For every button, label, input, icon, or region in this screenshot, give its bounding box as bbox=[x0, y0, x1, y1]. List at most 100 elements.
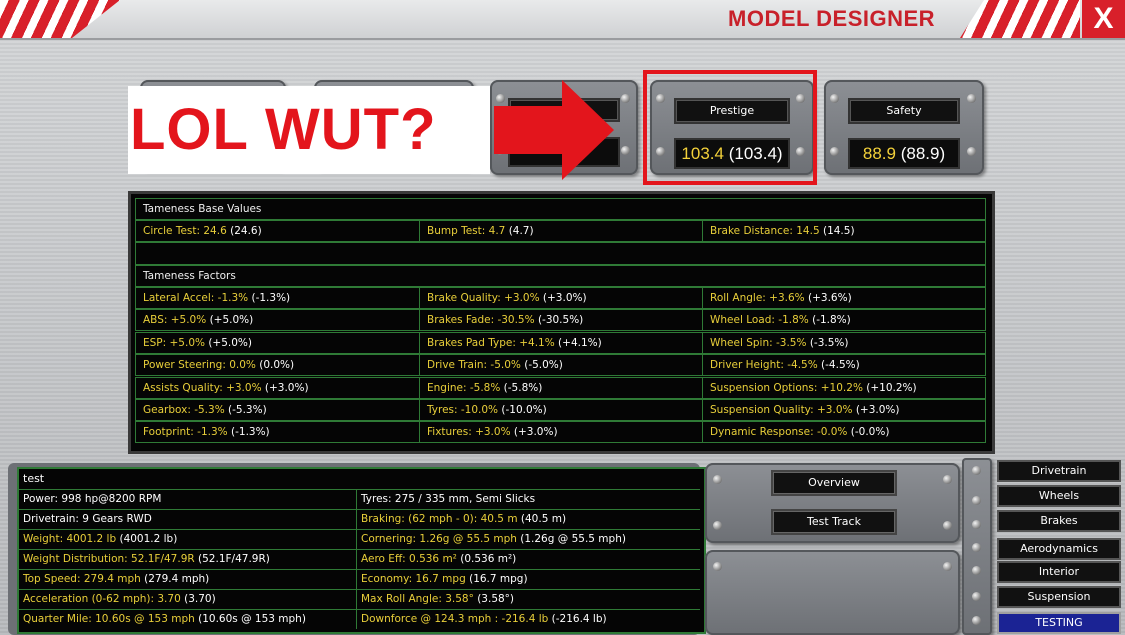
cell-label: Brake Quality: +3.0% bbox=[427, 292, 540, 304]
cell-base: (-3.5%) bbox=[809, 336, 849, 349]
cell-base: (-216.4 lb) bbox=[551, 613, 607, 625]
cell-base: (+4.1%) bbox=[558, 336, 602, 349]
nav-item-suspension[interactable]: Suspension bbox=[997, 586, 1121, 608]
safety-plate: Safety 88.9 (88.9) bbox=[824, 80, 984, 175]
safety-value-base: (88.9) bbox=[900, 144, 946, 163]
cell-label: ABS: +5.0% bbox=[143, 314, 207, 327]
cell-base: (-10.0%) bbox=[501, 404, 547, 416]
table-cell: Weight: 4001.2 lb (4001.2 lb) bbox=[19, 530, 356, 549]
test-track-button[interactable]: Test Track bbox=[771, 509, 897, 535]
cell-label: Cornering: 1.26g @ 55.5 mph bbox=[361, 533, 517, 545]
table-cell: Lateral Accel: -1.3% (-1.3%) bbox=[136, 288, 420, 308]
table-row: Weight Distribution: 52.1F/47.9R (52.1F/… bbox=[19, 549, 700, 569]
table-cell: Top Speed: 279.4 mph (279.4 mph) bbox=[19, 570, 356, 589]
cell-label: Assists Quality: +3.0% bbox=[143, 381, 262, 394]
close-button[interactable]: X bbox=[1082, 0, 1125, 38]
nav-item-brakes[interactable]: Brakes bbox=[997, 510, 1121, 532]
table-cell: Drive Train: -5.0% (-5.0%) bbox=[420, 355, 703, 376]
cell-base: (+3.0%) bbox=[542, 292, 587, 304]
table-cell: Cornering: 1.26g @ 55.5 mph (1.26g @ 55.… bbox=[356, 530, 700, 549]
screw-icon bbox=[972, 543, 981, 552]
cell-base: (0.536 m²) bbox=[460, 553, 517, 565]
cell-base: (52.1F/47.9R) bbox=[198, 553, 270, 565]
table-row: ABS: +5.0% (+5.0%) Brakes Fade: -30.5% (-… bbox=[135, 309, 987, 332]
info-panel: test Power: 998 hp@8200 RPM Tyres: 275 /… bbox=[8, 463, 706, 635]
cell-base: (4001.2 lb) bbox=[119, 533, 178, 545]
cell-base: (-1.3%) bbox=[251, 292, 291, 304]
table-cell: Suspension Options: +10.2% (+10.2%) bbox=[703, 378, 987, 398]
cell-base: (40.5 m) bbox=[520, 513, 567, 525]
screw-icon bbox=[621, 94, 630, 103]
cell-base: (0.0%) bbox=[259, 359, 295, 372]
table-cell: Aero Eff: 0.536 m² (0.536 m²) bbox=[356, 550, 700, 569]
cell-label: Lateral Accel: -1.3% bbox=[143, 292, 249, 304]
cell-label: Acceleration (0-62 mph): 3.70 bbox=[23, 593, 181, 605]
cell-base: (+3.0%) bbox=[513, 426, 558, 439]
cell-label: ESP: +5.0% bbox=[143, 336, 205, 349]
overview-button[interactable]: Overview bbox=[771, 470, 897, 496]
table-cell: Economy: 16.7 mpg (16.7 mpg) bbox=[356, 570, 700, 589]
decor-stripes-right bbox=[960, 0, 1080, 38]
cell-label: Engine: -5.8% bbox=[427, 381, 501, 394]
cell-base: (4.7) bbox=[508, 225, 534, 237]
cell-label: Brakes Fade: -30.5% bbox=[427, 314, 535, 327]
cell-base: (-5.8%) bbox=[503, 381, 543, 394]
cell-base: (-5.0%) bbox=[524, 359, 563, 372]
table-cell: Weight Distribution: 52.1F/47.9R (52.1F/… bbox=[19, 550, 356, 569]
tameness-base-header-row: Tameness Base Values bbox=[135, 198, 986, 220]
cell-label: Brakes Pad Type: +4.1% bbox=[427, 336, 555, 349]
safety-label: Safety bbox=[848, 98, 960, 124]
cell-label: Drivetrain: 9 Gears RWD bbox=[23, 513, 152, 525]
table-row: Power Steering: 0.0% (0.0%) Drive Train: … bbox=[135, 354, 987, 377]
cell-label: Tyres: 275 / 335 mm, Semi Slicks bbox=[361, 493, 536, 505]
table-row: Weight: 4001.2 lb (4001.2 lb) Cornering: … bbox=[19, 529, 700, 549]
table-cell: Quarter Mile: 10.60s @ 153 mph (10.60s @… bbox=[19, 610, 356, 629]
table-cell: Acceleration (0-62 mph): 3.70 (3.70) bbox=[19, 590, 356, 609]
action-plate: Overview Test Track bbox=[705, 463, 960, 543]
table-row: Acceleration (0-62 mph): 3.70 (3.70) Max … bbox=[19, 589, 700, 609]
cell-base: (14.5) bbox=[822, 225, 855, 237]
cell-label: Top Speed: 279.4 mph bbox=[23, 573, 141, 585]
nav-item-interior[interactable]: Interior bbox=[997, 561, 1121, 583]
cell-label: Power Steering: 0.0% bbox=[143, 359, 256, 372]
screw-icon bbox=[972, 496, 981, 505]
table-row: Quarter Mile: 10.60s @ 153 mph (10.60s @… bbox=[19, 609, 700, 629]
cell-label: Wheel Load: -1.8% bbox=[710, 314, 809, 327]
car-info-table: test Power: 998 hp@8200 RPM Tyres: 275 /… bbox=[17, 467, 706, 634]
nav-item-drivetrain[interactable]: Drivetrain bbox=[997, 460, 1121, 482]
window-title: MODEL DESIGNER bbox=[728, 6, 936, 31]
cell-label: Power: 998 hp@8200 RPM bbox=[23, 493, 162, 505]
cell-base: (1.26g @ 55.5 mph) bbox=[520, 533, 626, 545]
cell-label: Quarter Mile: 10.60s @ 153 mph bbox=[23, 613, 195, 625]
cell-base: (-4.5%) bbox=[821, 359, 860, 372]
nav-item-wheels[interactable]: Wheels bbox=[997, 485, 1121, 507]
cell-label: Max Roll Angle: 3.58° bbox=[361, 593, 474, 605]
meme-caption: LOL WUT? bbox=[130, 97, 437, 162]
cell-base: (3.58°) bbox=[477, 593, 515, 605]
table-cell: Engine: -5.8% (-5.8%) bbox=[420, 377, 703, 398]
nav-item-aerodynamics[interactable]: Aerodynamics bbox=[997, 538, 1121, 560]
table-row: Lateral Accel: -1.3% (-1.3%) Brake Qualit… bbox=[135, 287, 986, 309]
screw-icon bbox=[830, 94, 839, 103]
cell-label: Wheel Spin: -3.5% bbox=[710, 336, 807, 349]
nav-item-testing[interactable]: TESTING bbox=[997, 612, 1121, 634]
section-title: Tameness Base Values bbox=[143, 203, 262, 215]
action-plate-lower bbox=[705, 550, 960, 635]
screw-icon bbox=[972, 566, 981, 575]
cell-label: Tyres: -10.0% bbox=[427, 404, 499, 416]
table-cell: Brake Quality: +3.0% (+3.0%) bbox=[420, 288, 703, 308]
cell-label: Dynamic Response: -0.0% bbox=[710, 426, 848, 439]
cell-base: (+5.0%) bbox=[209, 314, 254, 327]
cell-label: Aero Eff: 0.536 m² bbox=[361, 553, 457, 565]
table-cell: Wheel Load: -1.8% (-1.8%) bbox=[703, 310, 987, 330]
table-cell: Roll Angle: +3.6% (+3.6%) bbox=[703, 288, 987, 308]
screw-icon bbox=[713, 562, 722, 571]
screw-icon bbox=[967, 94, 976, 103]
table-cell: Fixtures: +3.0% (+3.0%) bbox=[420, 422, 703, 443]
cell-base: (-1.3%) bbox=[231, 426, 270, 439]
screw-icon bbox=[967, 147, 976, 156]
cell-base: (+3.6%) bbox=[808, 292, 852, 304]
table-cell: Footprint: -1.3% (-1.3%) bbox=[136, 422, 420, 443]
table-row: Drivetrain: 9 Gears RWD Braking: (62 mph… bbox=[19, 509, 700, 529]
table-cell: Driver Height: -4.5% (-4.5%) bbox=[703, 355, 987, 375]
